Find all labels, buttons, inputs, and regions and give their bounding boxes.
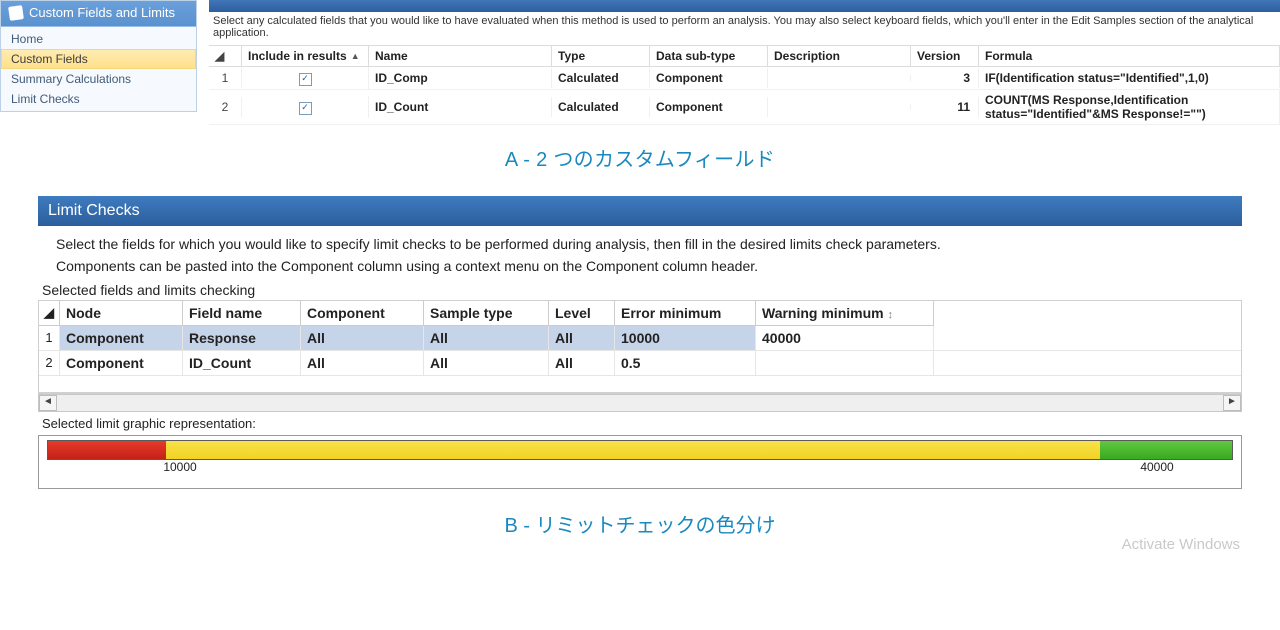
cell-name: ID_Count: [369, 97, 552, 117]
caption-a: A - 2 つのカスタムフィールド: [0, 125, 1280, 182]
row-index: 1: [209, 68, 242, 88]
selected-fields-label: Selected fields and limits checking: [38, 276, 1242, 300]
cell-node: Component: [60, 326, 183, 350]
cell-subtype: Component: [650, 97, 768, 117]
warning-segment: [166, 441, 1100, 459]
cell-node: Component: [60, 351, 183, 375]
col-node[interactable]: Node: [60, 301, 183, 326]
col-warning-min[interactable]: Warning minimum ↕: [756, 301, 934, 326]
col-sort-icon[interactable]: ◢: [209, 46, 242, 66]
sidebar-header: Custom Fields and Limits: [1, 1, 196, 27]
caption-b: B - リミットチェックの色分け: [0, 493, 1280, 538]
watermark: Activate Windows: [1122, 536, 1240, 553]
horizontal-scrollbar[interactable]: ◄ ►: [38, 394, 1242, 412]
custom-fields-panel: Select any calculated fields that you wo…: [209, 0, 1280, 125]
col-level[interactable]: Level: [549, 301, 615, 326]
col-formula[interactable]: Formula: [979, 46, 1280, 66]
cell-subtype: Component: [650, 68, 768, 88]
col-sample-type[interactable]: Sample type: [424, 301, 549, 326]
col-description[interactable]: Description: [768, 46, 911, 66]
cell-error-min: 0.5: [615, 351, 756, 375]
limit-checks-panel: Limit Checks Select the fields for which…: [38, 196, 1242, 489]
cell-version: 3: [911, 68, 979, 88]
cell-formula: COUNT(MS Response,Identification status=…: [979, 90, 1280, 124]
cell-desc: [768, 75, 911, 81]
panel-titlebar: [209, 0, 1280, 12]
limit-row[interactable]: 1 Component Response All All All 10000 4…: [39, 326, 1241, 351]
cell-name: ID_Comp: [369, 68, 552, 88]
cell-sample-type: All: [424, 351, 549, 375]
doc-icon: [8, 5, 24, 21]
graphic-rep-label: Selected limit graphic representation:: [38, 412, 1242, 435]
cell-version: 11: [911, 97, 979, 117]
sidebar-title: Custom Fields and Limits: [29, 5, 175, 20]
col-include[interactable]: Include in results▲: [242, 46, 369, 66]
error-segment: [48, 441, 166, 459]
limit-header-row: ◢ Node Field name Component Sample type …: [39, 301, 1241, 326]
table-row[interactable]: 1 ✓ ID_Comp Calculated Component 3 IF(Id…: [209, 67, 1280, 90]
col-version[interactable]: Version: [911, 46, 979, 66]
limit-desc-1: Select the fields for which you would li…: [38, 226, 1242, 254]
cell-type: Calculated: [552, 68, 650, 88]
limit-desc-2: Components can be pasted into the Compon…: [38, 254, 1242, 276]
limit-color-bar: [47, 440, 1233, 460]
cell-component: All: [301, 351, 424, 375]
tick-low: 10000: [163, 460, 196, 474]
col-component[interactable]: Component: [301, 301, 424, 326]
cell-sample-type: All: [424, 326, 549, 350]
sidebar-item-limit-checks[interactable]: Limit Checks: [1, 89, 196, 109]
cell-component: All: [301, 326, 424, 350]
col-error-min[interactable]: Error minimum: [615, 301, 756, 326]
tick-high: 40000: [1140, 460, 1173, 474]
cell-desc: [768, 104, 911, 110]
scroll-left-icon[interactable]: ◄: [39, 395, 57, 411]
table-row[interactable]: 2 ✓ ID_Count Calculated Component 11 COU…: [209, 90, 1280, 125]
sidebar-item-home[interactable]: Home: [1, 29, 196, 49]
sidebar-list: Home Custom Fields Summary Calculations …: [1, 27, 196, 111]
cell-field: Response: [183, 326, 301, 350]
sidebar: Custom Fields and Limits Home Custom Fie…: [0, 0, 197, 112]
cell-error-min: 10000: [615, 326, 756, 350]
graphic-representation: 10000 40000: [38, 435, 1242, 489]
ok-segment: [1100, 441, 1232, 459]
sidebar-item-summary-calculations[interactable]: Summary Calculations: [1, 69, 196, 89]
cell-formula: IF(Identification status="Identified",1,…: [979, 68, 1280, 88]
cf-header-row: ◢ Include in results▲ Name Type Data sub…: [209, 45, 1280, 67]
include-checkbox[interactable]: ✓: [242, 67, 369, 89]
include-checkbox[interactable]: ✓: [242, 96, 369, 118]
blank-strip: [39, 376, 1241, 393]
cell-warning-min: 40000: [756, 326, 934, 350]
cell-type: Calculated: [552, 97, 650, 117]
limit-checks-title: Limit Checks: [38, 196, 1242, 226]
row-index: 1: [39, 326, 60, 350]
col-corner[interactable]: ◢: [39, 301, 60, 326]
limit-table: ◢ Node Field name Component Sample type …: [38, 300, 1242, 394]
col-name[interactable]: Name: [369, 46, 552, 66]
cell-level: All: [549, 326, 615, 350]
row-index: 2: [209, 97, 242, 117]
row-index: 2: [39, 351, 60, 375]
cell-level: All: [549, 351, 615, 375]
limit-row[interactable]: 2 Component ID_Count All All All 0.5: [39, 351, 1241, 376]
col-field[interactable]: Field name: [183, 301, 301, 326]
col-type[interactable]: Type: [552, 46, 650, 66]
cell-field: ID_Count: [183, 351, 301, 375]
sort-asc-icon: ▲: [351, 51, 360, 61]
cell-warning-min: [756, 351, 934, 375]
instruction-text: Select any calculated fields that you wo…: [209, 12, 1280, 45]
scroll-right-icon[interactable]: ►: [1223, 395, 1241, 411]
sidebar-item-custom-fields[interactable]: Custom Fields: [1, 49, 196, 69]
col-subtype[interactable]: Data sub-type: [650, 46, 768, 66]
